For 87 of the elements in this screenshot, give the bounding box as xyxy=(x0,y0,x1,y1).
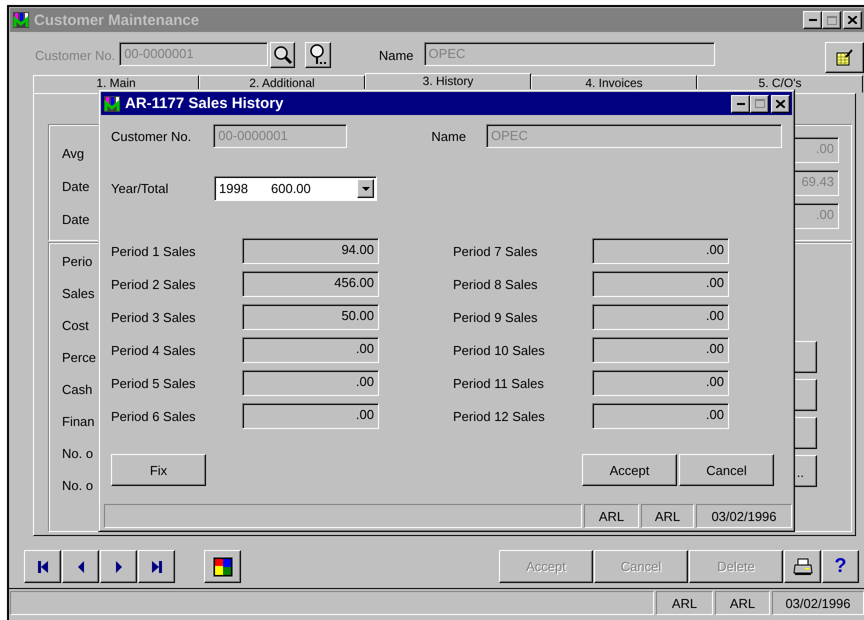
close-button[interactable] xyxy=(843,11,862,29)
period-label: Period 12 Sales xyxy=(453,408,546,424)
print-button[interactable] xyxy=(784,550,821,583)
customer-no-label: Customer No. xyxy=(111,128,192,144)
close-icon xyxy=(848,16,857,24)
period-label: Period 5 Sales xyxy=(111,376,197,390)
field-label: Cash xyxy=(62,380,94,398)
field-label: Finan xyxy=(62,412,96,430)
status-panel: ARL xyxy=(584,504,639,528)
close-button[interactable] xyxy=(771,94,790,112)
dropdown-button[interactable] xyxy=(357,179,374,198)
maximize-button[interactable] xyxy=(750,94,769,112)
field-label: Date xyxy=(62,178,90,196)
field-label: Avg xyxy=(62,145,86,163)
next-icon xyxy=(114,560,122,574)
dialog-button[interactable]: Accept xyxy=(582,454,677,486)
field-label: Sales xyxy=(62,284,96,302)
field-label: Perce xyxy=(62,348,97,366)
period-label: Period 9 Sales xyxy=(453,310,539,324)
sales-field[interactable]: 456.00 xyxy=(242,271,379,297)
period-label: Period 2 Sales xyxy=(111,276,197,292)
dialog-button[interactable]: Cancel xyxy=(679,454,774,486)
sales-field[interactable]: .00 xyxy=(242,370,379,396)
period-label: Period 10 Sales xyxy=(453,342,546,358)
sales-field[interactable]: .00 xyxy=(592,271,729,297)
minimize-icon xyxy=(808,19,816,21)
printer-icon xyxy=(792,558,812,576)
status-panel: 03/02/1996 xyxy=(696,504,792,528)
period-label: Period 3 Sales xyxy=(111,310,197,324)
field-label: No. o xyxy=(62,476,94,494)
status-panel: 03/02/1996 xyxy=(772,591,864,615)
previous-icon xyxy=(76,560,84,574)
sales-field[interactable]: .00 xyxy=(592,337,729,363)
status-panel: ARL xyxy=(641,504,694,528)
year-total-label: Year/Total xyxy=(111,181,170,196)
period-label: Period 6 Sales xyxy=(111,408,197,424)
caret-icon xyxy=(362,186,370,190)
minimize-button[interactable] xyxy=(803,11,822,29)
field-label: Cost xyxy=(62,316,90,334)
name-label: Name xyxy=(431,128,468,144)
first-record-button[interactable] xyxy=(24,550,61,583)
maximize-icon xyxy=(826,16,836,24)
status-panel: ARL xyxy=(715,591,770,615)
sales-field[interactable]: .00 xyxy=(242,403,379,429)
field-label: Perio xyxy=(62,252,94,270)
period-label: Period 8 Sales xyxy=(453,276,539,292)
last-record-button[interactable] xyxy=(138,550,175,583)
sales-field[interactable]: 50.00 xyxy=(242,304,379,330)
dialog-button[interactable]: Fix xyxy=(111,454,206,486)
year-total-dropdown[interactable]: 1998 600.00 xyxy=(214,176,377,201)
close-icon xyxy=(776,100,785,108)
help-button[interactable]: ? xyxy=(822,550,859,583)
period-label: Period 1 Sales xyxy=(111,244,197,258)
minimize-button[interactable] xyxy=(731,94,750,112)
app-logo-icon xyxy=(12,11,30,29)
field-label: Date xyxy=(62,211,90,229)
notes-button[interactable] xyxy=(824,42,864,73)
name-label: Name xyxy=(378,48,414,63)
app-logo-icon xyxy=(103,94,121,112)
last-icon xyxy=(150,560,162,574)
first-icon xyxy=(36,560,48,574)
field-label: No. o xyxy=(62,444,94,462)
search-button[interactable] xyxy=(270,42,296,68)
sales-field[interactable]: 94.00 xyxy=(242,238,379,264)
sales-field[interactable]: .00 xyxy=(592,238,729,264)
status-panel: ARL xyxy=(656,591,713,615)
puzzle-button[interactable] xyxy=(204,550,241,583)
previous-record-button[interactable] xyxy=(62,550,99,583)
sales-field[interactable]: .00 xyxy=(592,304,729,330)
period-label: Period 7 Sales xyxy=(453,244,539,258)
window-title: AR-1177 Sales History xyxy=(125,95,284,112)
window-title: Customer Maintenance xyxy=(34,12,200,28)
maximize-icon xyxy=(754,99,764,108)
sales-field[interactable]: .00 xyxy=(242,337,379,363)
maximize-button[interactable] xyxy=(822,11,841,29)
sales-field[interactable]: .00 xyxy=(592,403,729,429)
lookup-button[interactable] xyxy=(305,42,331,68)
puzzle-icon xyxy=(212,556,232,576)
customer-no-label: Customer No. xyxy=(35,48,116,63)
minimize-icon xyxy=(736,102,744,104)
notepad-icon xyxy=(835,48,854,66)
search-icon xyxy=(272,45,293,65)
next-record-button[interactable] xyxy=(100,550,137,583)
sales-field[interactable]: .00 xyxy=(592,370,729,396)
period-label: Period 11 Sales xyxy=(453,376,545,390)
magnifier-dots-icon xyxy=(308,44,328,66)
period-label: Period 4 Sales xyxy=(111,342,197,358)
